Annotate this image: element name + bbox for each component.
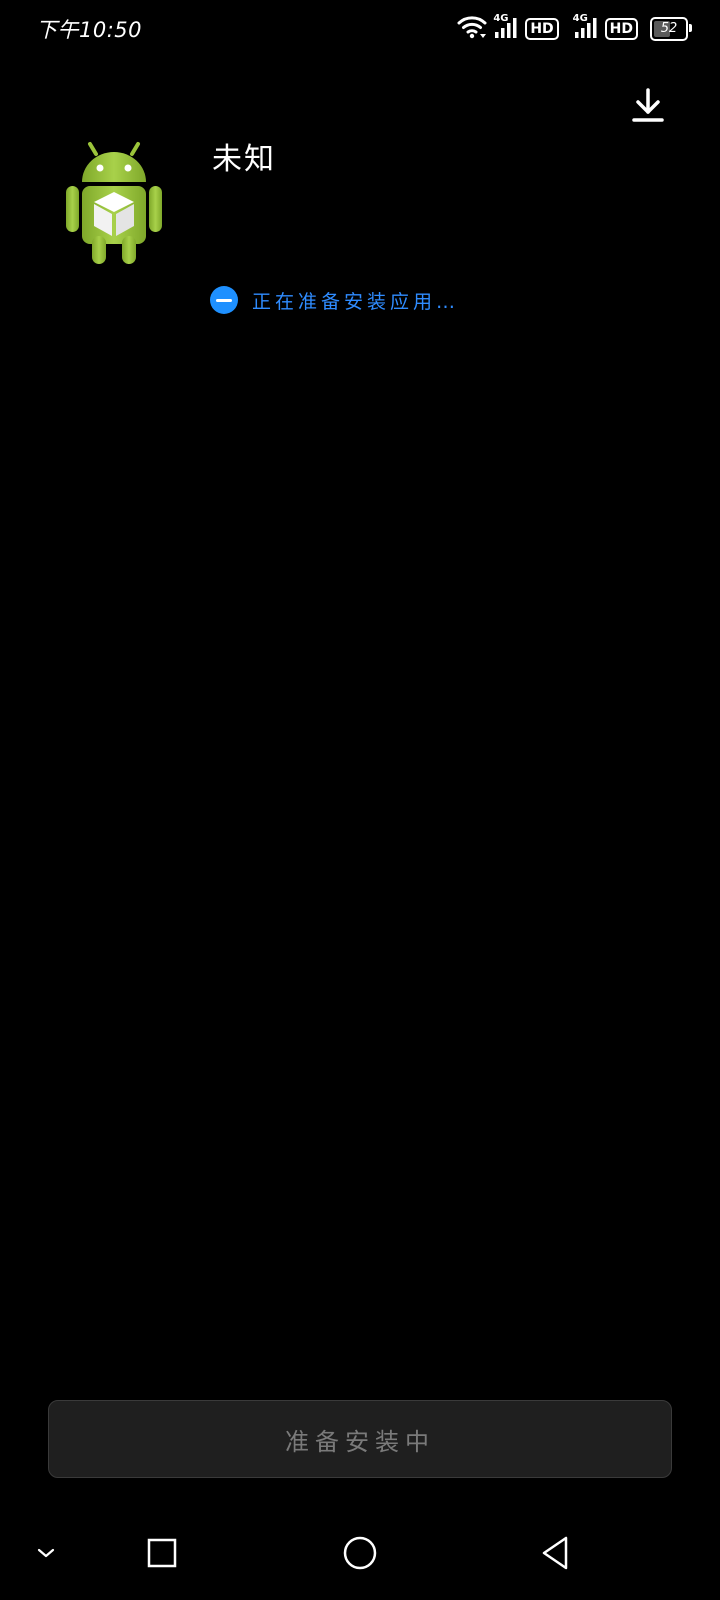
sim2-hd-badge: HD [604, 18, 638, 40]
battery-level: 52 [660, 21, 678, 36]
install-button-label: 准备安装中 [285, 1427, 435, 1456]
wifi-icon [457, 14, 487, 44]
sim2-signal: 4G [572, 13, 599, 43]
android-package-icon [58, 140, 170, 270]
chevron-down-icon[interactable] [24, 1506, 68, 1600]
sim1-signal: 4G [493, 13, 519, 43]
back-triangle-icon[interactable] [522, 1506, 590, 1600]
install-status: 正在准备安装应用… [210, 286, 459, 314]
status-icons: 4G HD 4G HD 52 [457, 13, 692, 44]
status-time: 下午10:50 [36, 18, 143, 42]
install-status-text: 正在准备安装应用… [252, 290, 460, 313]
loading-spinner-icon [210, 286, 238, 314]
app-name: 未知 [212, 142, 276, 177]
battery-icon: 52 [650, 17, 692, 41]
install-button[interactable]: 准备安装中 [48, 1400, 672, 1478]
navigation-bar [0, 1506, 720, 1600]
sim2-network-label: 4G [572, 13, 588, 24]
recents-square-icon[interactable] [130, 1506, 194, 1600]
sim1-network-label: 4G [493, 13, 509, 24]
sim1-hd-badge: HD [525, 18, 559, 40]
status-bar: 下午10:50 4G HD 4G HD 52 [0, 0, 720, 56]
download-icon[interactable] [620, 78, 676, 134]
home-circle-icon[interactable] [326, 1506, 394, 1600]
